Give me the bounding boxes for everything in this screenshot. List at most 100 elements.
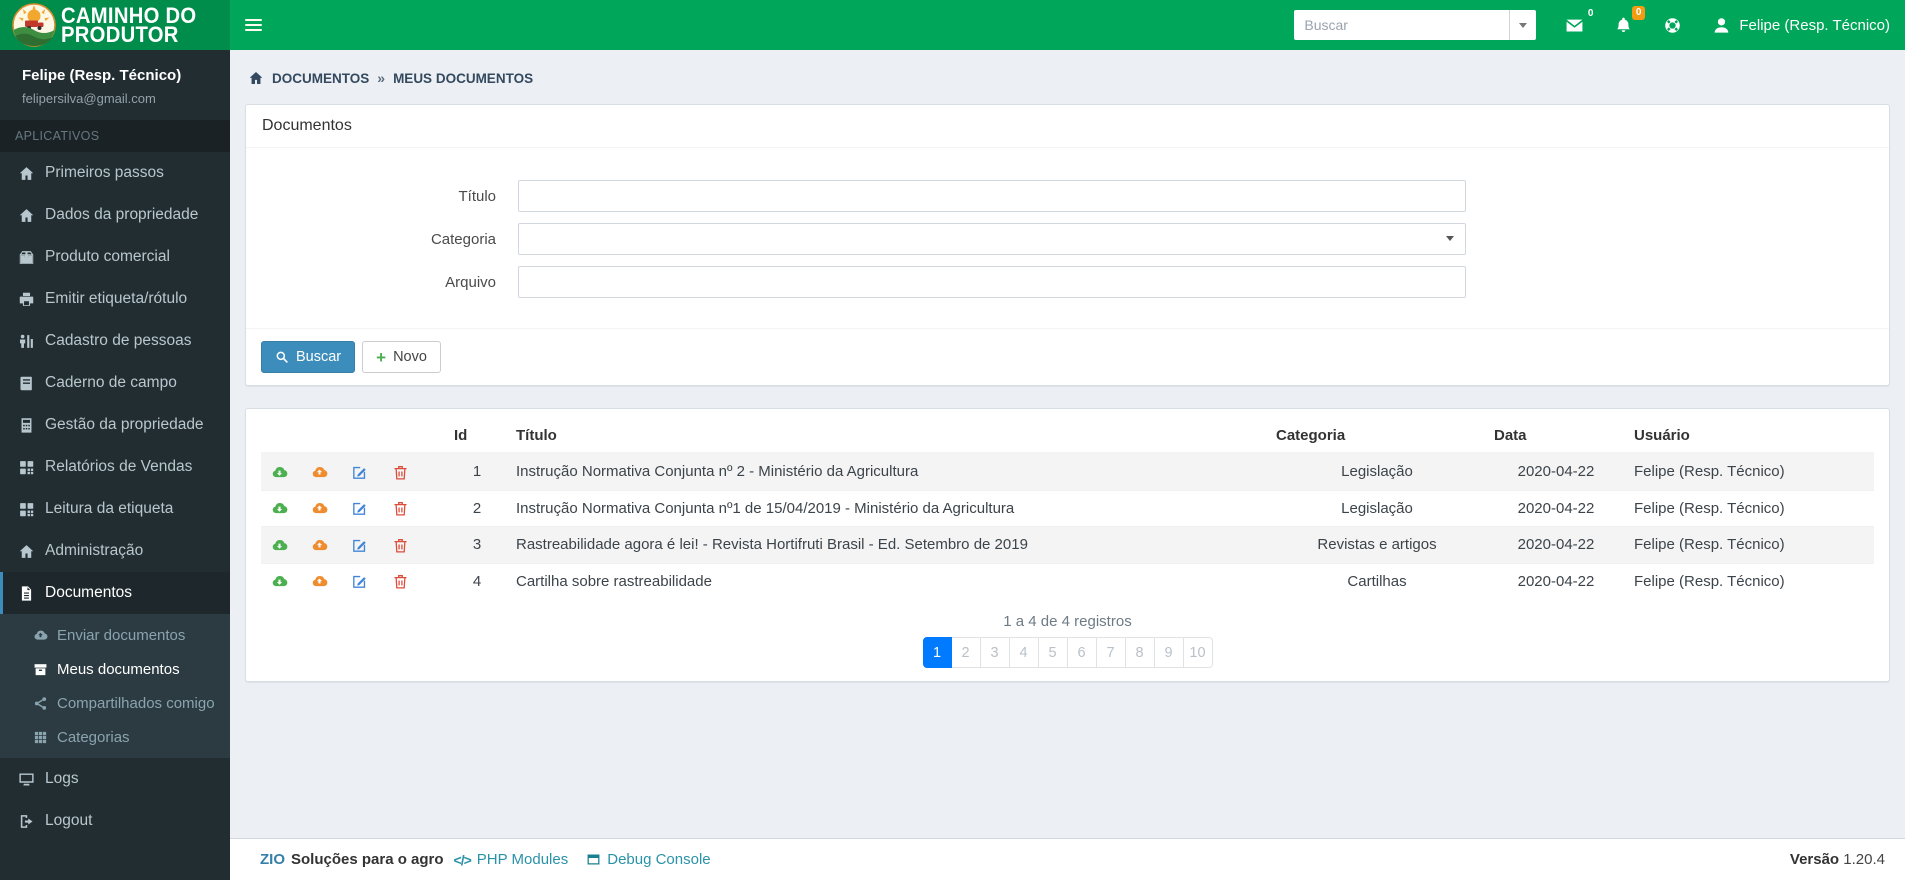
sidebar-user-name: Felipe (Resp. Técnico) [22,67,182,84]
sidebar-item-categorias[interactable]: Categorias [0,720,230,754]
breadcrumb-meus-documentos[interactable]: MEUS DOCUMENTOS [393,71,533,86]
page-button-4[interactable]: 4 [1009,637,1039,669]
print-icon [18,291,35,308]
cell-category: Legislação [1268,489,1486,527]
sidebar-item-dados-da-propriedade[interactable]: Dados da propriedade [0,194,230,236]
user-menu-button[interactable]: Felipe (Resp. Técnico) [1697,0,1905,50]
life-ring-icon [1663,16,1682,35]
page-button-5[interactable]: 5 [1038,637,1068,669]
trash-icon [392,573,409,590]
sidebar-item-leitura-da-etiqueta[interactable]: Leitura da etiqueta [0,488,230,530]
page-button-3[interactable]: 3 [980,637,1010,669]
sidebar-item-relatorios-de-vendas[interactable]: Relatórios de Vendas [0,446,230,488]
logout-icon [18,813,35,830]
cell-user: Felipe (Resp. Técnico) [1626,526,1874,564]
book-icon [18,375,35,392]
messages-button[interactable]: 0 [1550,0,1599,50]
breadcrumb: DOCUMENTOS » MEUS DOCUMENTOS [248,70,1890,86]
delete-button[interactable] [392,573,409,590]
edit-button[interactable] [351,500,368,517]
table-row: 1 Instrução Normativa Conjunta nº 2 - Mi… [261,452,1874,491]
cell-title: Instrução Normativa Conjunta nº 2 - Mini… [508,452,1268,491]
id-column-header: Id [446,419,508,454]
categoria-select[interactable] [518,223,1466,255]
grid-icon [18,459,35,476]
upload-button[interactable] [311,464,328,481]
download-button[interactable] [271,464,288,481]
upload-button[interactable] [311,500,328,517]
edit-button[interactable] [351,573,368,590]
sidebar-item-emitir-etiqueta[interactable]: Emitir etiqueta/rótulo [0,278,230,320]
page-button-2[interactable]: 2 [951,637,981,669]
novo-button[interactable]: + Novo [362,341,441,373]
upload-button[interactable] [311,573,328,590]
search-input[interactable] [1294,10,1510,40]
footer-brand-suffix: Soluções para o agro [291,851,444,868]
documentos-submenu: Enviar documentos Meus documentos Compar… [0,614,230,758]
cell-category: Legislação [1268,452,1486,491]
search-dropdown-button[interactable] [1509,10,1537,40]
upload-button[interactable] [311,537,328,554]
delete-button[interactable] [392,464,409,481]
documents-table-panel: Id Título Categoria Data Usuário 1 Instr… [245,408,1890,683]
sidebar-item-logout[interactable]: Logout [0,800,230,842]
download-button[interactable] [271,500,288,517]
page-button-1[interactable]: 1 [922,637,952,669]
sidebar-item-produto-comercial[interactable]: Produto comercial [0,236,230,278]
download-button[interactable] [271,573,288,590]
sidebar-item-enviar-documentos[interactable]: Enviar documentos [0,618,230,652]
delete-button[interactable] [392,537,409,554]
home-icon [18,543,35,560]
sidebar-toggle-button[interactable] [230,0,276,50]
sidebar-item-administracao[interactable]: Administração [0,530,230,572]
cloud-download-icon [271,500,288,517]
page-button-7[interactable]: 7 [1096,637,1126,669]
brand-name: CAMINHO DO PRODUTOR [61,3,197,47]
cell-id: 1 [446,452,508,491]
file-icon [18,585,35,602]
cloud-upload-icon [33,628,48,643]
filter-panel: Documentos Título Categoria Arquivo Busc… [245,104,1890,386]
bell-icon [1614,16,1633,35]
sidebar-item-caderno-de-campo[interactable]: Caderno de campo [0,362,230,404]
help-button[interactable] [1648,0,1697,50]
trash-icon [392,464,409,481]
edit-button[interactable] [351,537,368,554]
arquivo-input[interactable] [518,266,1466,298]
sidebar-item-gestao-da-propriedade[interactable]: Gestão da propriedade [0,404,230,446]
cell-title: Rastreabilidade agora é lei! - Revista H… [508,526,1268,564]
pagination-summary: 1 a 4 de 4 registros [1003,613,1132,631]
cell-user: Felipe (Resp. Técnico) [1626,489,1874,527]
sidebar-item-documentos[interactable]: Documentos [0,572,230,614]
page-button-6[interactable]: 6 [1067,637,1097,669]
footer-brand[interactable]: ZIO [260,851,285,868]
breadcrumb-separator: » [377,70,386,86]
sidebar-item-logs[interactable]: Logs [0,758,230,800]
buscar-button[interactable]: Buscar [261,341,356,373]
edit-icon [351,573,368,590]
page-button-9[interactable]: 9 [1154,637,1184,669]
sidebar-item-compartilhados-comigo[interactable]: Compartilhados comigo [0,686,230,720]
grid-icon [18,501,35,518]
debug-console-link[interactable]: Debug Console [586,851,711,868]
envelope-icon [1565,16,1584,35]
page-button-10[interactable]: 10 [1183,637,1213,669]
code-icon: </> [453,851,472,868]
sidebar-item-meus-documentos[interactable]: Meus documentos [0,652,230,686]
table-row: 2 Instrução Normativa Conjunta nº1 de 15… [261,489,1874,527]
app-logo[interactable]: CAMINHO DO PRODUTOR [0,0,230,50]
titulo-input[interactable] [518,180,1466,212]
date-column-header: Data [1486,419,1626,454]
page-button-8[interactable]: 8 [1125,637,1155,669]
php-modules-link[interactable]: PHP Modules [477,851,568,868]
cell-date: 2020-04-22 [1486,452,1626,491]
breadcrumb-documentos[interactable]: DOCUMENTOS [272,71,369,86]
title-column-header: Título [508,419,1268,454]
edit-button[interactable] [351,464,368,481]
delete-button[interactable] [392,500,409,517]
sidebar-item-primeiros-passos[interactable]: Primeiros passos [0,152,230,194]
download-button[interactable] [271,537,288,554]
sidebar-item-cadastro-de-pessoas[interactable]: Cadastro de pessoas [0,320,230,362]
sidebar-user-email: felipersilva@gmail.com [22,91,156,106]
notifications-button[interactable]: 0 [1599,0,1648,50]
